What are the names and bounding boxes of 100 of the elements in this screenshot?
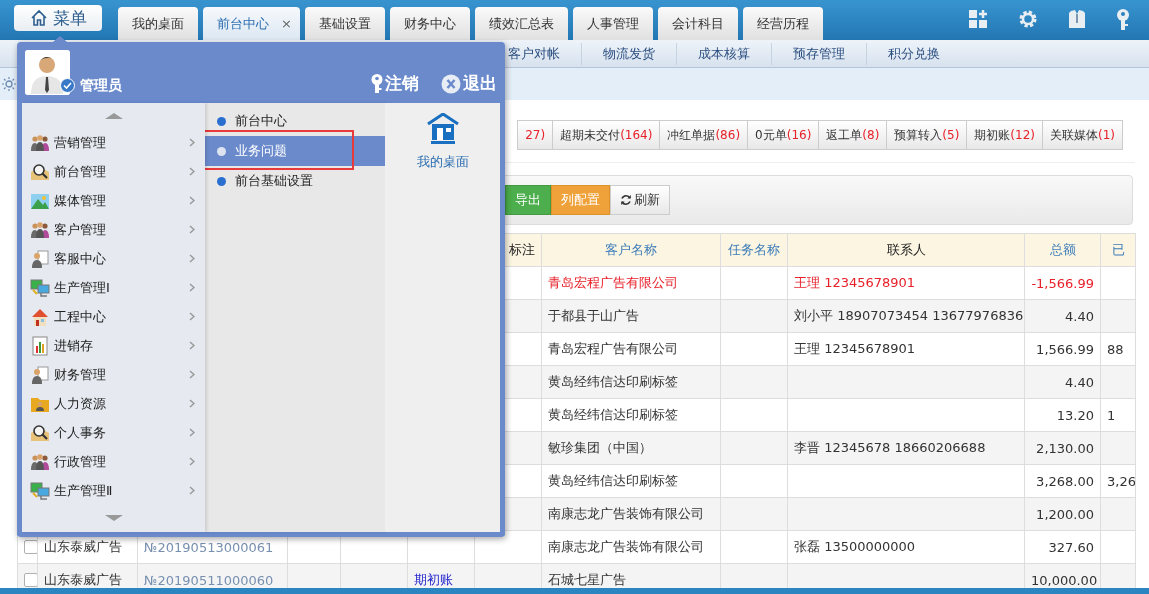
chevron-icon [189,196,195,205]
table-cell: 南康志龙广告装饰有限公司 [541,530,721,564]
column-header[interactable]: 客户名称 [541,233,721,267]
tab[interactable]: 会计科目 [657,7,738,40]
table-cell: 黄岛经纬信达印刷标签 [541,398,721,432]
column-header[interactable]: 任务名称 [720,233,788,267]
tab[interactable]: 人事管理 [572,7,653,40]
menu-item[interactable]: 生产管理Ⅰ [22,273,205,302]
user-name: 管理员 [80,77,123,95]
menu-button[interactable]: 菜单 [14,5,102,31]
table-cell: 敏珍集团（中国） [541,431,721,465]
menu-item[interactable]: 进销存 [22,331,205,360]
table-cell: 2,130.00 [1024,431,1101,465]
desktop-shortcut[interactable]: 我的桌面 [416,113,469,171]
nav-link[interactable]: 预存管理 [772,42,867,65]
tab[interactable]: 前台中心 × [203,7,300,40]
menu-item[interactable]: 媒体管理 [22,186,205,215]
filter-button[interactable]: 期初账(12) [966,120,1043,150]
magnifier-icon [31,424,49,441]
filter-button[interactable]: 冲红单据(86) [659,120,749,150]
refresh-icon [620,194,632,206]
person-icon [32,250,49,268]
shirt-icon[interactable] [1068,9,1086,29]
menu-item[interactable]: 工程中心 [22,302,205,331]
filter-button[interactable]: 关联媒体(1) [1042,120,1123,150]
scroll-down-icon[interactable] [104,514,123,521]
house-icon [425,113,460,145]
chevron-icon [189,486,195,495]
chevron-icon [189,167,195,176]
add-grid-icon[interactable] [968,9,988,29]
table-row[interactable]: 山东泰威广告 №20190511000060 期初账 石城七星广告 10,000.00 [17,563,1136,588]
key-icon [371,73,383,94]
filter-button[interactable]: 超期未交付(164) [552,120,661,150]
scroll-up-icon[interactable] [104,112,123,119]
table-cell: 王理 12345678901 [787,266,1025,300]
chevron-icon [189,428,195,437]
menu-item[interactable]: 营销管理 [22,128,205,157]
table-cell: 1,566.99 [1024,332,1101,366]
chevron-icon [189,312,195,321]
settings-icon[interactable] [1018,9,1038,29]
close-icon[interactable]: × [281,16,292,31]
table-cell: 黄岛经纬信达印刷标签 [541,464,721,498]
table-cell: -1,566.99 [1024,266,1101,300]
key-icon[interactable] [1116,9,1130,31]
nav-link[interactable]: 成本核算 [677,42,772,65]
person-icon [32,366,49,384]
people-icon [31,453,49,470]
tab[interactable]: 绩效汇总表 [474,7,568,40]
filter-button[interactable]: 预算转入(5) [886,120,968,150]
table-cell: 黄岛经纬信达印刷标签 [541,365,721,399]
close-icon [441,73,461,94]
row-checkbox[interactable] [24,540,37,554]
submenu-item[interactable]: 前台基础设置 [205,166,385,196]
column-header: 联系人 [787,233,1025,267]
monitor-icon [30,279,50,297]
table-cell: 张磊 13500000000 [787,530,1025,564]
table-cell: 1,200.00 [1024,497,1101,531]
column-header[interactable]: 总额 [1024,233,1101,267]
submenu-item[interactable]: 前台中心 [205,106,385,136]
nav-link[interactable]: 物流发货 [582,42,677,65]
tab[interactable]: 财务中心 [389,7,470,40]
table-cell: 青岛宏程广告有限公司 [541,266,721,300]
tab[interactable]: 基础设置 [304,7,385,40]
sun-icon [2,77,16,91]
table-cell: 13.20 [1024,398,1101,432]
tab[interactable]: 我的桌面 [118,7,198,40]
refresh-button[interactable]: 刷新 [610,185,670,215]
table-cell: 3,26 [1100,464,1136,498]
chevron-icon [189,283,195,292]
chevron-icon [189,254,195,263]
check-badge-icon [60,78,75,93]
filter-button[interactable]: 27) [517,120,554,150]
filter-button[interactable]: 返工单(8) [818,120,888,150]
table-cell: 3,268.00 [1024,464,1101,498]
table-cell: 88 [1100,332,1136,366]
table-cell: 4.40 [1024,365,1101,399]
home-icon [29,9,48,27]
people-icon [31,221,49,238]
row-checkbox[interactable] [24,573,37,587]
chevron-icon [189,341,195,350]
house-icon [32,308,48,326]
chart-icon [32,336,48,355]
monitor-icon [30,482,50,500]
nav-link[interactable]: 积分兑换 [867,42,961,65]
folder-icon [31,397,49,412]
chevron-icon [189,225,195,234]
chevron-icon [189,370,195,379]
table-cell: 李晋 12345678 18660206688 [787,431,1025,465]
column-header[interactable]: 已 [1100,233,1136,267]
picture-icon [31,193,49,209]
filter-button[interactable]: 0元单(16) [747,120,820,150]
menu-item[interactable]: 前台管理 [22,157,205,186]
table-cell: 1 [1100,398,1136,432]
menu-item[interactable]: 客户管理 [22,215,205,244]
chevron-icon [189,138,195,147]
tab[interactable]: 经营历程 [742,7,823,40]
chevron-icon [189,399,195,408]
avatar-icon [25,50,70,95]
table-cell: 4.40 [1024,299,1101,333]
magnifier-icon [31,163,49,180]
